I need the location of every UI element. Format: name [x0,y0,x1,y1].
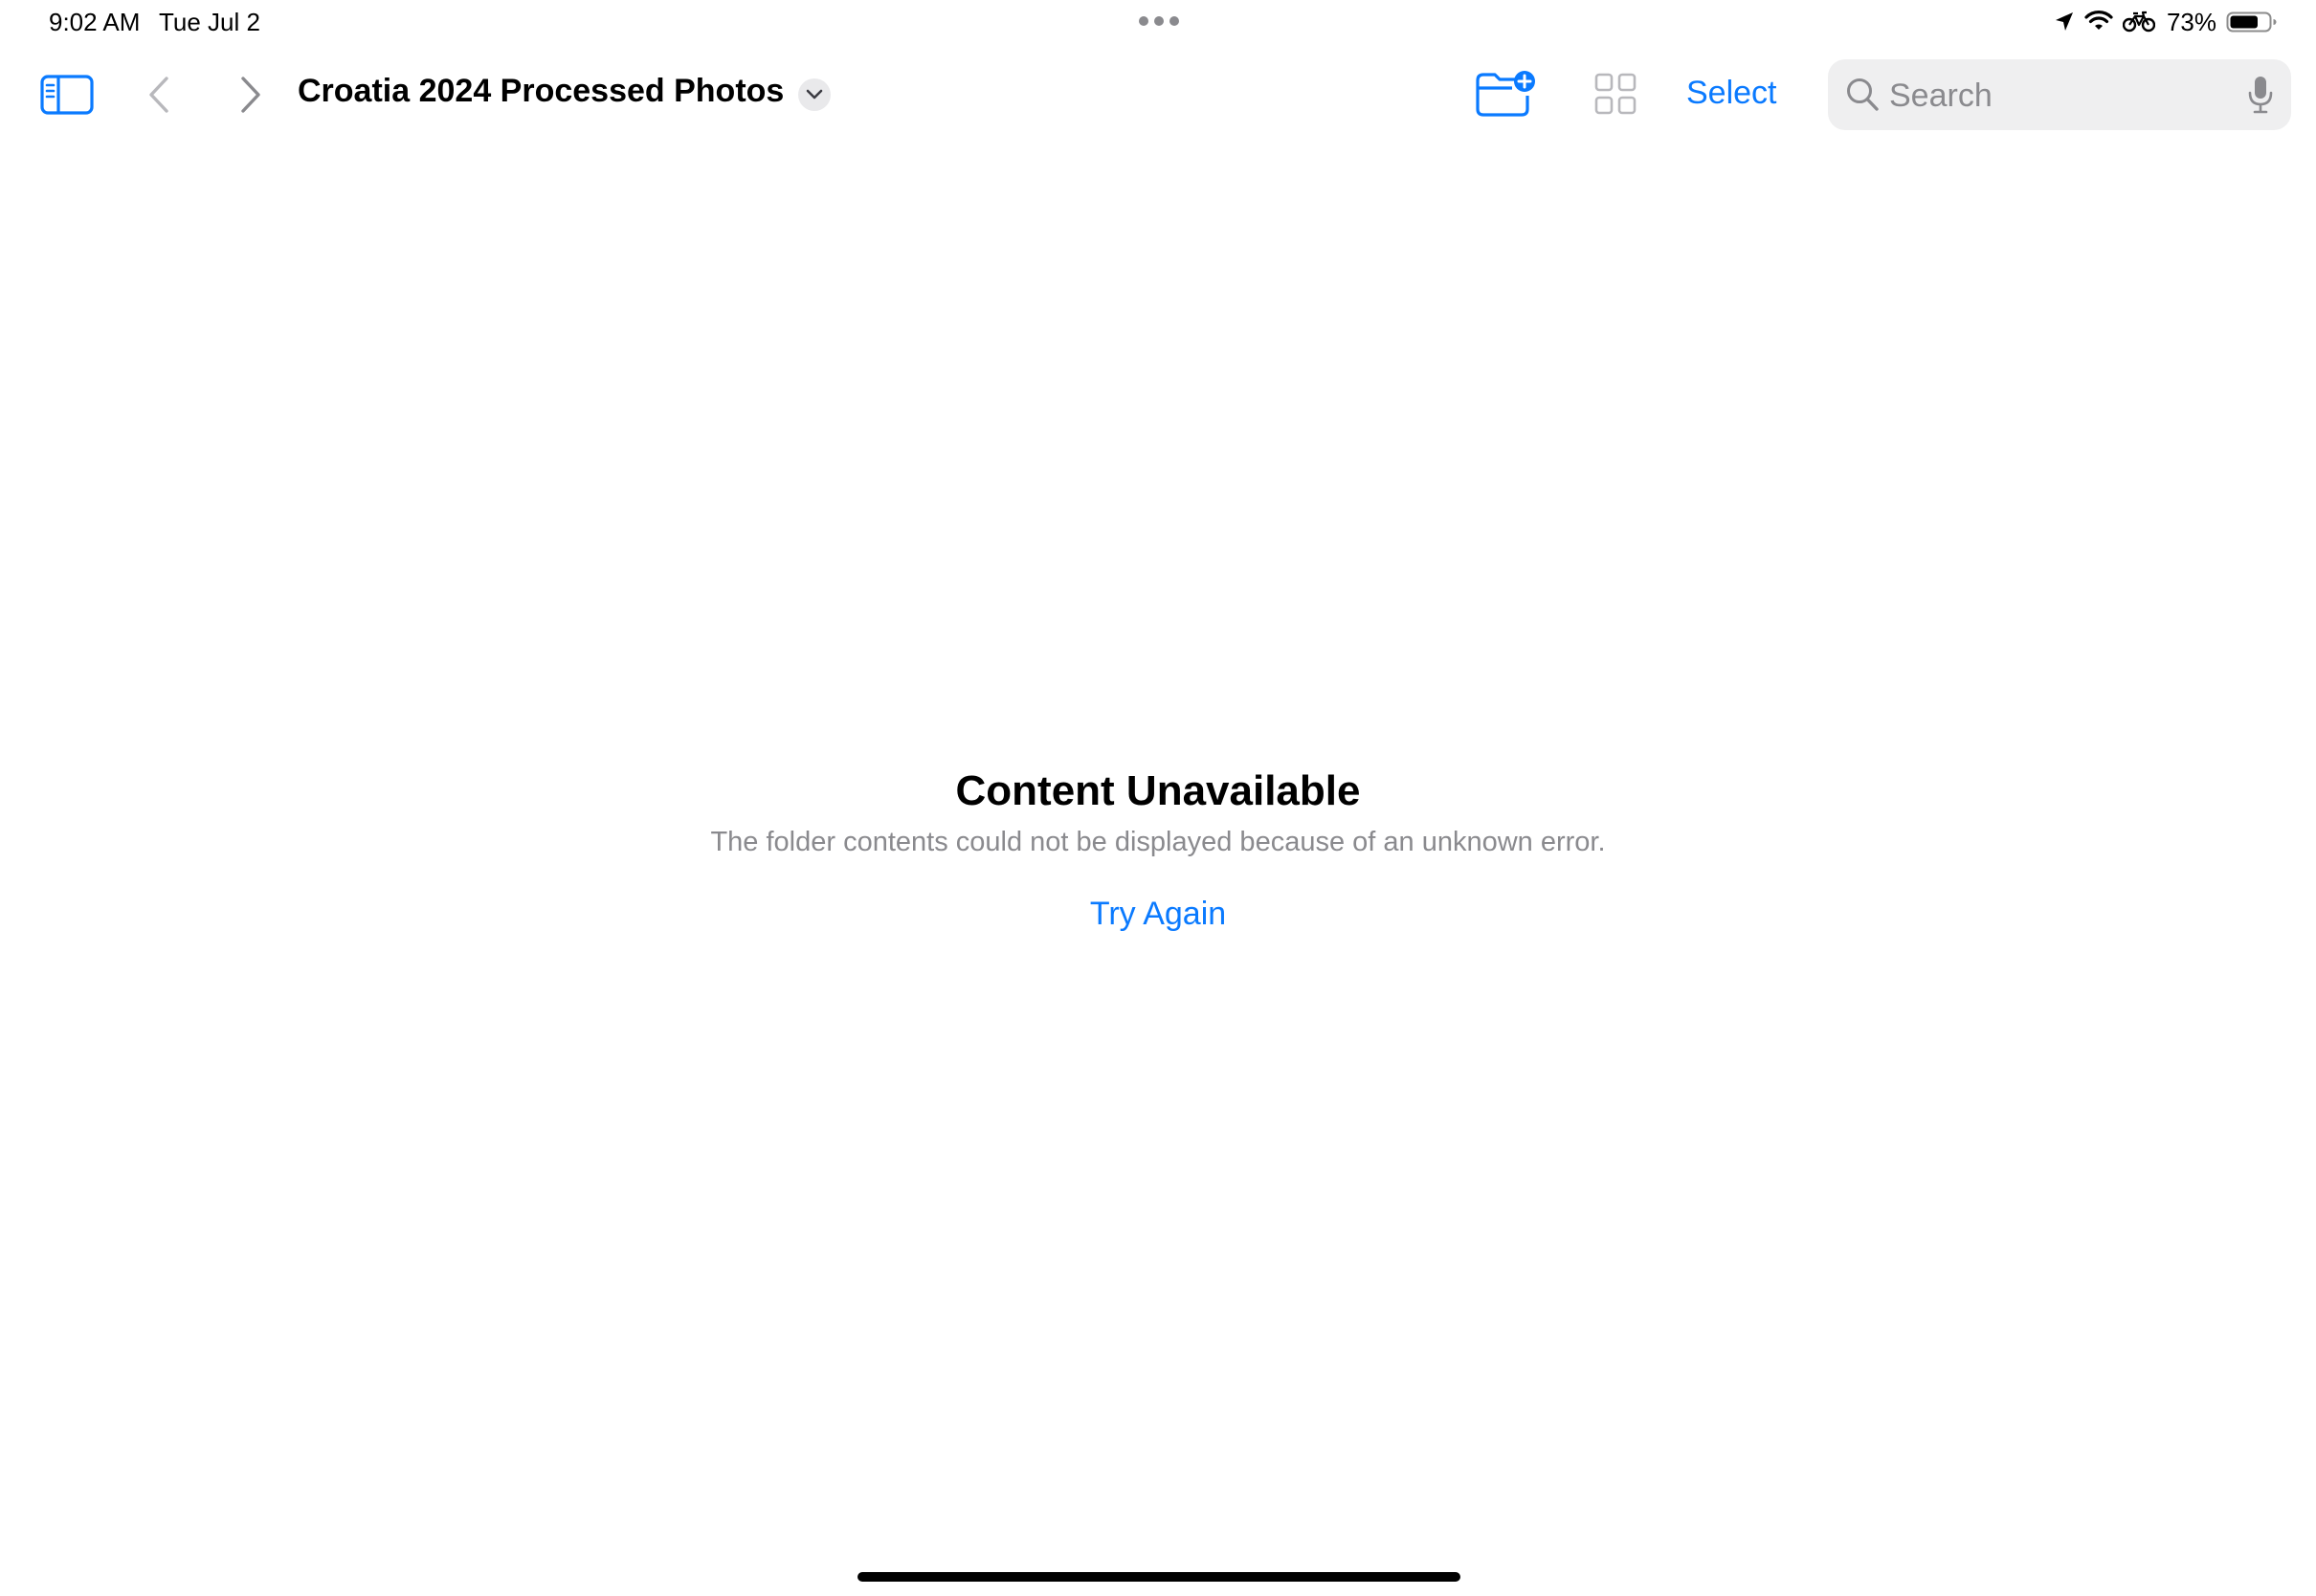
status-indicators: 73% [2054,6,2278,38]
search-input[interactable] [1887,69,2226,122]
view-options-button[interactable] [1592,71,1638,117]
try-again-button[interactable]: Try Again [1090,896,1226,932]
folder-title-menu-button[interactable] [798,78,831,111]
grid-view-icon [1594,73,1637,115]
sidebar-icon [40,75,94,115]
status-time: 9:02 AM [49,8,141,36]
chevron-down-icon [806,89,823,100]
location-arrow-icon [2054,11,2075,33]
battery-percent: 73% [2166,7,2216,36]
search-field[interactable] [1828,59,2291,130]
select-button[interactable]: Select [1686,75,1777,112]
status-bar: 9:02 AM Tue Jul 2 73% [0,0,2316,46]
folder-badge-plus-icon [1476,71,1535,117]
files-app-screen: 9:02 AM Tue Jul 2 73% Croatia 2024 Proce… [0,0,2316,1596]
search-icon [1845,77,1880,118]
chevron-right-icon [241,77,260,113]
forward-button[interactable] [232,72,270,118]
home-indicator[interactable] [857,1572,1460,1582]
sidebar-toggle-button[interactable] [38,72,96,118]
empty-state-message: The folder contents could not be display… [710,827,1606,857]
empty-state-action: Try Again [0,896,2316,933]
back-button[interactable] [140,72,178,118]
status-date: Tue Jul 2 [159,8,260,36]
empty-state-title: Content Unavailable [955,767,1361,814]
multitasking-menu-icon[interactable] [1139,16,1179,26]
wifi-icon [2084,11,2113,33]
toolbar: Croatia 2024 Processed Photos Select Sea… [0,54,2316,136]
bicycle-icon [2122,11,2155,33]
chevron-left-icon [149,77,168,113]
battery-icon [2226,11,2278,33]
microphone-icon[interactable] [2247,75,2274,120]
new-folder-button[interactable] [1474,67,1535,121]
folder-title[interactable]: Croatia 2024 Processed Photos [298,73,784,110]
